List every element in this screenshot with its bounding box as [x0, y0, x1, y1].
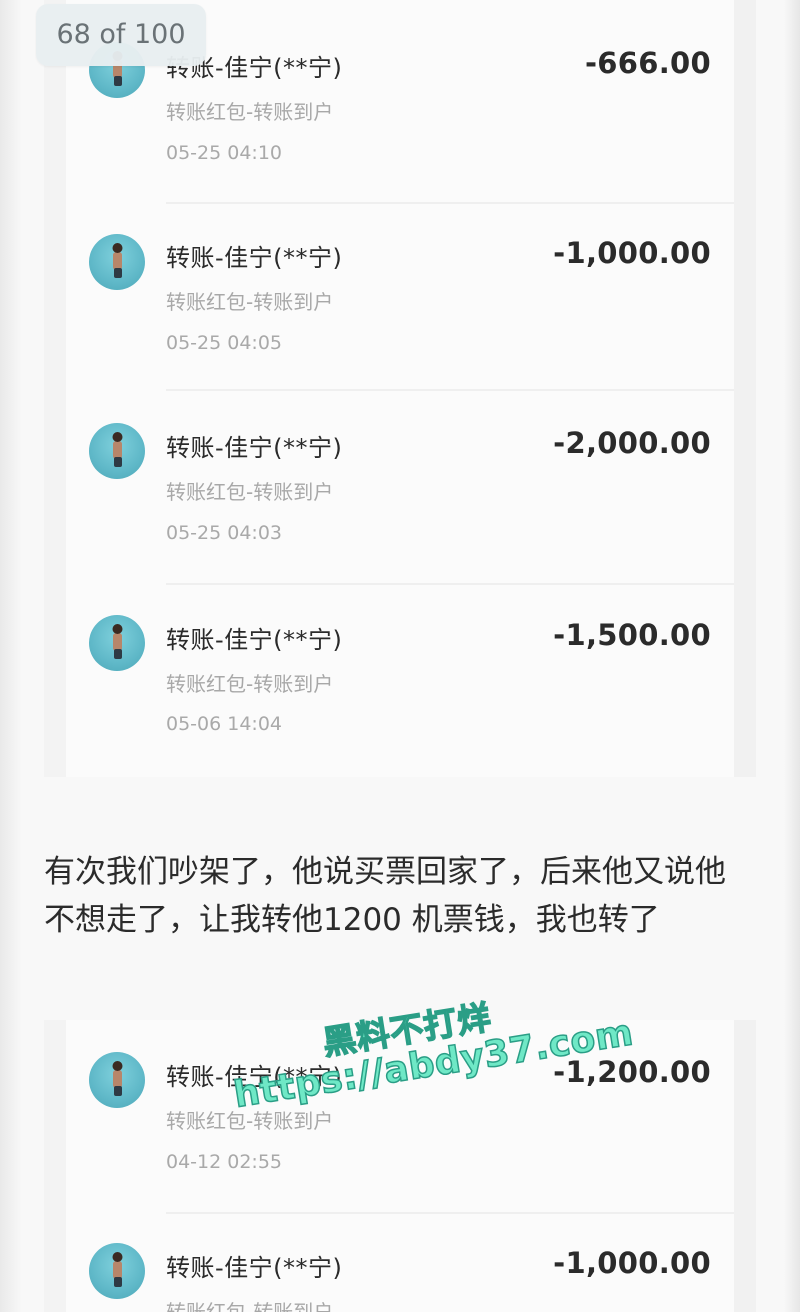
transaction-row[interactable]: 转账-佳宁(**宁) 转账红包-转账到户 -1,000.00	[44, 1213, 756, 1312]
profile-photo-icon	[89, 615, 145, 671]
transaction-title: 转账-佳宁(**宁)	[166, 1254, 343, 1282]
transaction-subtitle: 转账红包-转账到户	[166, 100, 334, 124]
transaction-time: 05-25 04:05	[166, 332, 283, 354]
transaction-title: 转账-佳宁(**宁)	[166, 626, 343, 654]
transaction-subtitle: 转账红包-转账到户	[166, 480, 334, 504]
post-caption: 有次我们吵架了，他说买票回家了，后来他又说他 不想走了，让我转他1200 机票钱…	[44, 848, 764, 944]
page-right-shadow	[784, 0, 800, 1312]
transaction-subtitle: 转账红包-转账到户	[166, 1300, 334, 1312]
transaction-time: 05-25 04:10	[166, 142, 283, 164]
transaction-time: 05-25 04:03	[166, 522, 283, 544]
transaction-amount: -1,000.00	[553, 236, 711, 270]
caption-line: 有次我们吵架了，他说买票回家了，后来他又说他	[44, 854, 726, 890]
profile-photo-icon	[89, 234, 145, 290]
transaction-title: 转账-佳宁(**宁)	[166, 434, 343, 462]
transaction-amount: -666.00	[584, 46, 711, 80]
transaction-row[interactable]: 转账-佳宁(**宁) 转账红包-转账到户 05-25 04:03 -2,000.…	[44, 391, 756, 585]
profile-photo-icon	[89, 1052, 145, 1108]
transaction-amount: -2,000.00	[553, 426, 711, 460]
transaction-time: 04-12 02:55	[166, 1151, 283, 1173]
caption-line: 不想走了，让我转他1200 机票钱，我也转了	[44, 902, 660, 938]
profile-photo-icon	[89, 423, 145, 479]
page-left-shadow	[0, 0, 22, 1312]
transaction-subtitle: 转账红包-转账到户	[166, 290, 334, 314]
transaction-list-top: 转账-佳宁(**宁) 转账红包-转账到户 05-25 04:10 -666.00…	[44, 0, 756, 777]
transaction-time: 05-06 14:04	[166, 713, 283, 735]
transaction-row[interactable]: 转账-佳宁(**宁) 转账红包-转账到户 05-06 14:04 -1,500.…	[44, 585, 756, 777]
transaction-row[interactable]: 转账-佳宁(**宁) 转账红包-转账到户 05-25 04:05 -1,000.…	[44, 204, 756, 391]
transaction-amount: -1,500.00	[553, 618, 711, 652]
page-counter: 68 of 100	[36, 4, 206, 66]
transaction-amount: -1,000.00	[553, 1246, 711, 1280]
profile-photo-icon	[89, 1243, 145, 1299]
transaction-title: 转账-佳宁(**宁)	[166, 244, 343, 272]
transaction-subtitle: 转账红包-转账到户	[166, 672, 334, 696]
